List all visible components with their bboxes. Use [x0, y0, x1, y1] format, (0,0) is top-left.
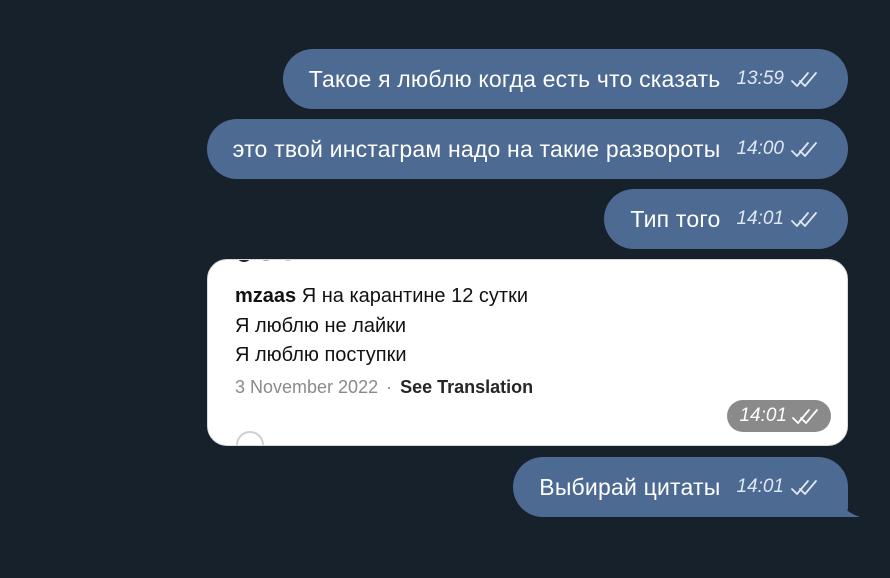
double-check-icon — [791, 408, 821, 426]
comment-date: 3 November 2022 — [235, 377, 379, 397]
outgoing-message[interactable]: это твой инстаграм надо на такие разворо… — [206, 119, 848, 179]
message-text: Такое я люблю когда есть что сказать — [308, 65, 721, 92]
bubble-tail — [828, 499, 860, 517]
double-check-icon — [790, 211, 820, 229]
comment-meta: 3 November 2022 · See Translation — [235, 377, 533, 398]
instagram-comment: mzaas Я на карантине 12 сутки Я люблю не… — [235, 282, 528, 371]
avatar — [236, 431, 264, 445]
double-check-icon — [790, 71, 820, 89]
comment-line-1: mzaas Я на карантине 12 сутки — [235, 282, 528, 312]
message-time: 14:01 — [736, 208, 784, 229]
chat-background: { "messages": [ {"text": "Такое я люблю … — [0, 0, 890, 578]
separator: · — [386, 377, 393, 397]
photo-time-badge: 14:01 — [727, 400, 831, 432]
outgoing-message[interactable]: Выбирай цитаты 14:01 — [513, 457, 848, 517]
comment-line-2: Я люблю не лайки — [235, 314, 407, 337]
cropped-row-fragment — [238, 260, 292, 262]
message-time: 14:01 — [739, 405, 787, 426]
photo-message[interactable]: mzaas Я на карантине 12 сутки Я люблю не… — [207, 259, 848, 446]
see-translation-link: See Translation — [400, 377, 534, 397]
message-text: Выбирай цитаты — [539, 473, 721, 500]
comment-text: Я на карантине 12 сутки — [301, 285, 528, 307]
outgoing-message[interactable]: Тип того 14:01 — [604, 189, 848, 249]
message-time: 14:01 — [736, 476, 784, 497]
message-text: это твой инстаграм надо на такие разворо… — [232, 135, 721, 162]
double-check-icon — [790, 479, 820, 497]
comment-line-3: Я люблю поступки — [235, 344, 407, 366]
double-check-icon — [790, 141, 820, 159]
comment-username: mzaas — [235, 285, 297, 307]
outgoing-message[interactable]: Такое я люблю когда есть что сказать 13:… — [282, 49, 848, 109]
message-time: 14:00 — [736, 138, 784, 159]
message-time: 13:59 — [736, 68, 784, 89]
message-text: Тип того — [630, 205, 721, 232]
